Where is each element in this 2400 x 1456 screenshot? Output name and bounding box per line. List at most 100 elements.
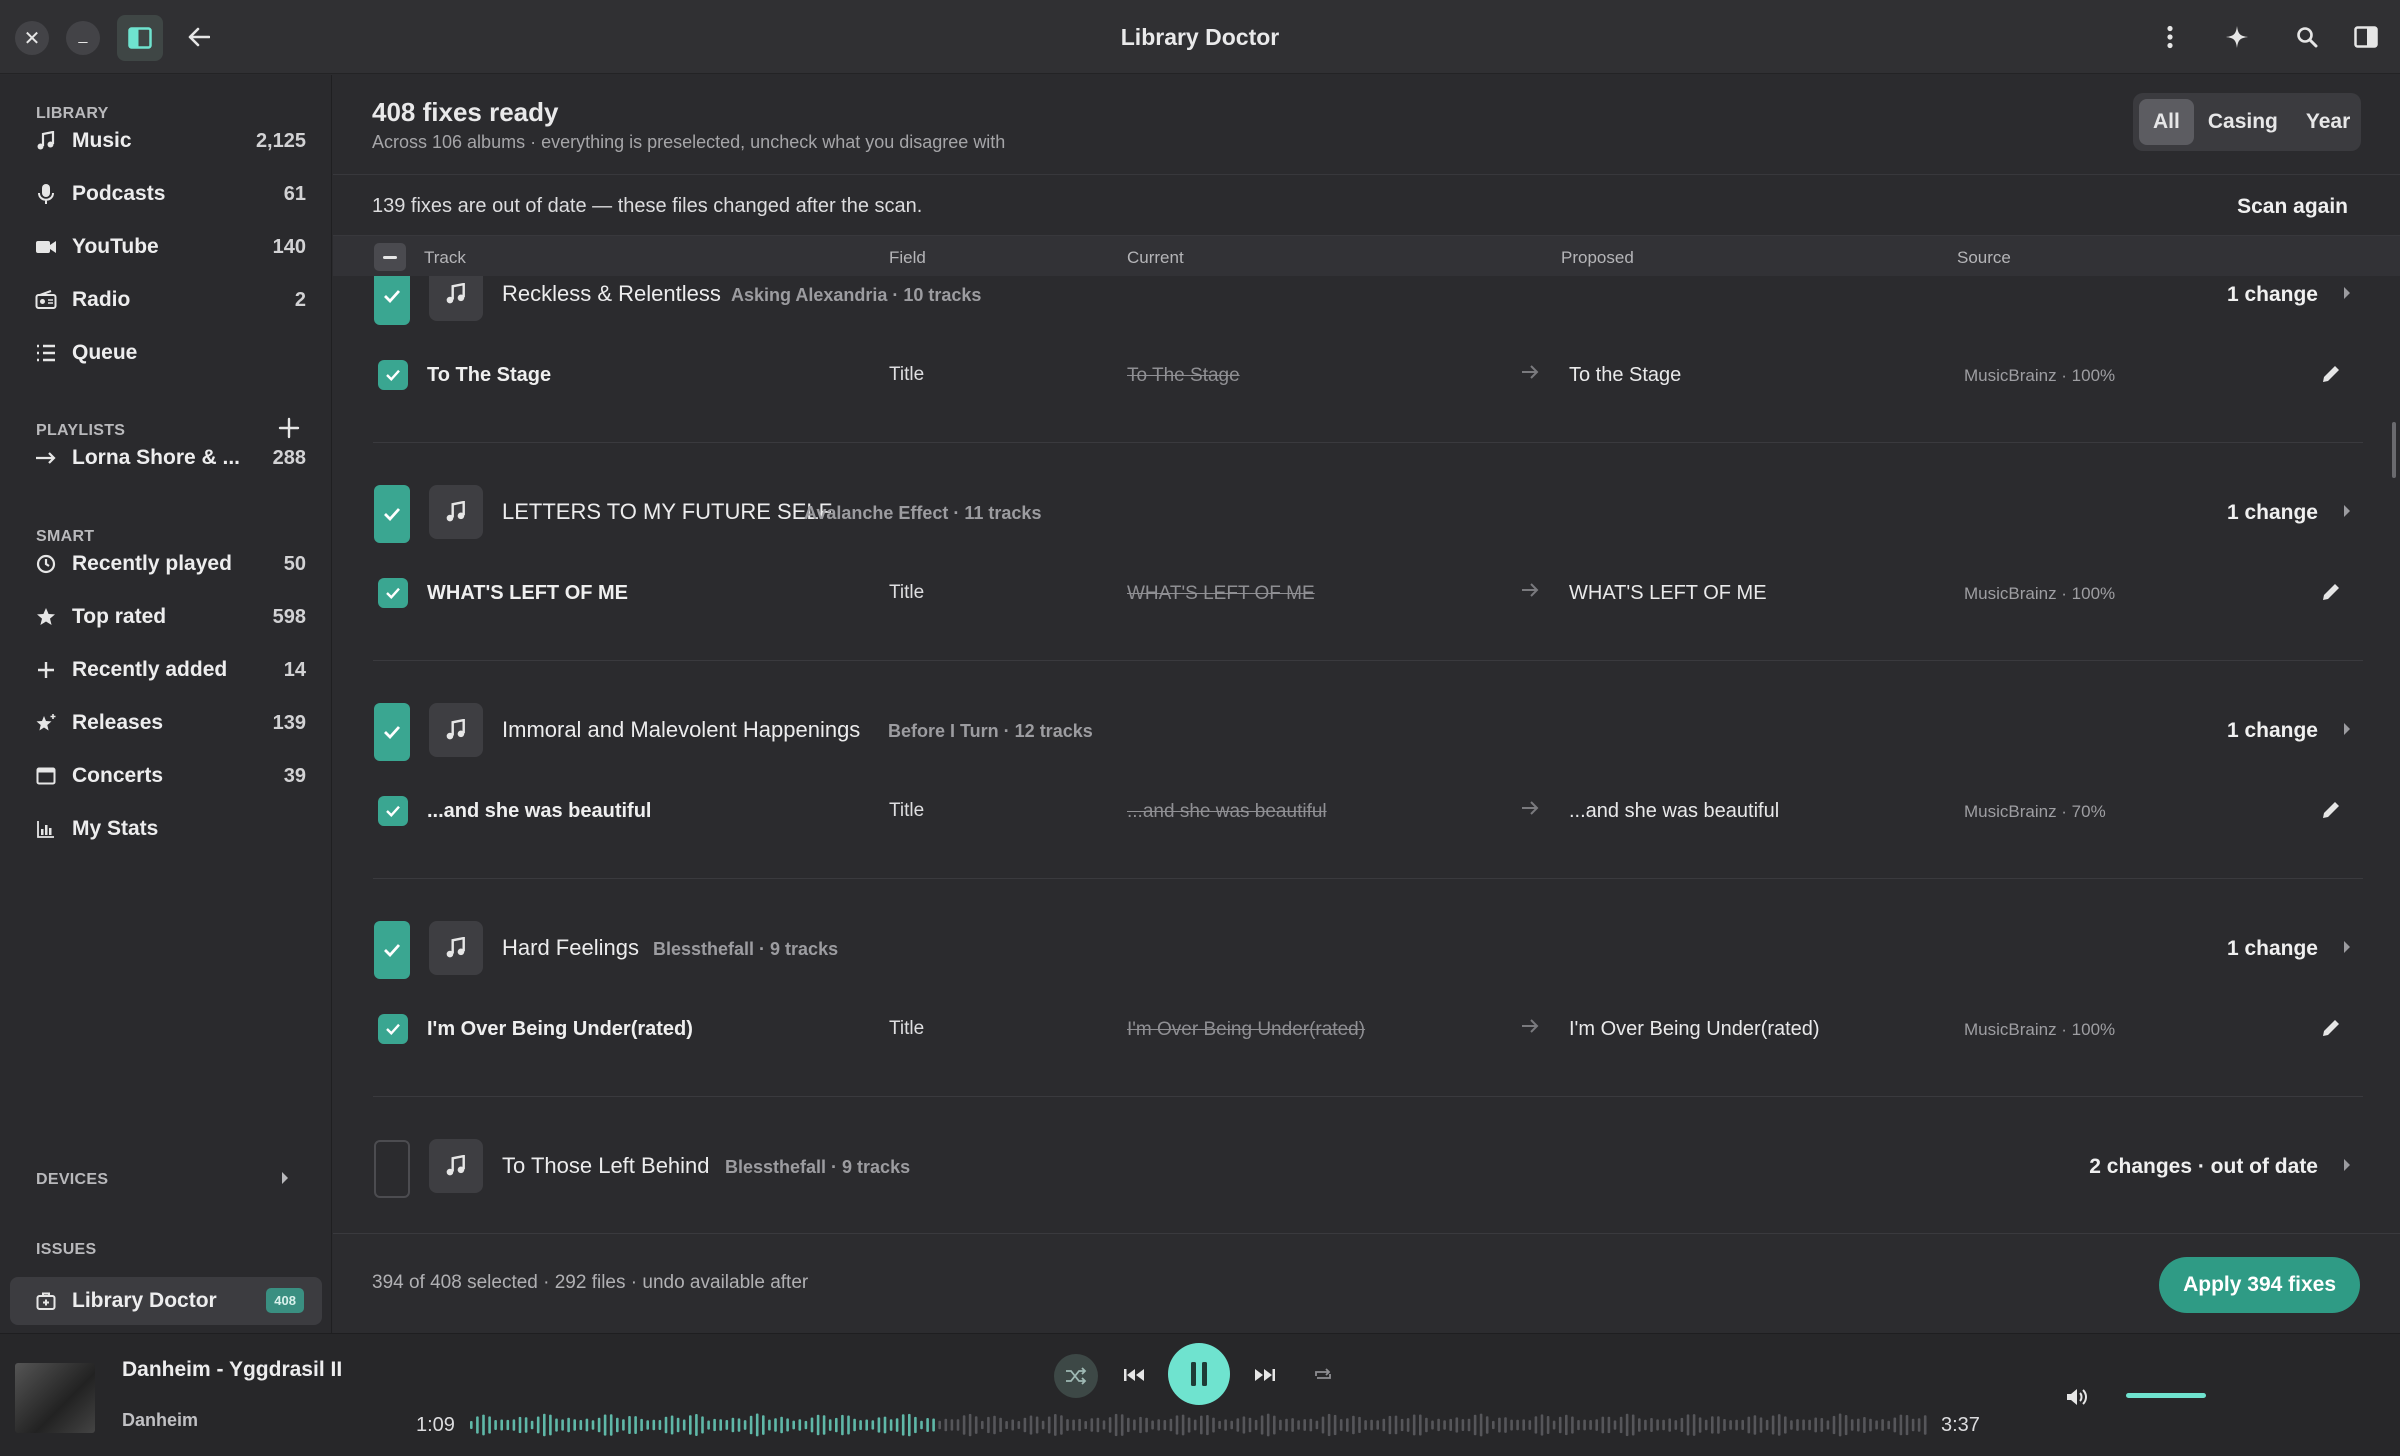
chevron-right-icon[interactable] — [2342, 503, 2352, 519]
minimize-window-button[interactable]: _ — [66, 21, 100, 55]
column-field[interactable]: Field — [889, 248, 926, 268]
search-button[interactable] — [2290, 20, 2324, 54]
volume-slider[interactable] — [2126, 1393, 2206, 1398]
waveform-bar — [1492, 1420, 1495, 1430]
chevron-right-icon[interactable] — [2342, 285, 2352, 301]
column-current[interactable]: Current — [1127, 248, 1184, 268]
waveform-bar — [1546, 1416, 1550, 1434]
column-proposed[interactable]: Proposed — [1561, 248, 1634, 268]
shuffle-button[interactable] — [1054, 1354, 1098, 1398]
apply-fixes-button[interactable]: Apply 394 fixes — [2159, 1257, 2360, 1313]
repeat-button[interactable] — [1306, 1360, 1340, 1390]
chevron-right-icon[interactable] — [2342, 939, 2352, 955]
sidebar-item-podcasts[interactable]: Podcasts 61 — [10, 170, 322, 218]
more-menu-button[interactable] — [2153, 20, 2187, 54]
sidebar-item-label: Top rated — [72, 605, 167, 628]
sidebar-item-my-stats[interactable]: My Stats — [10, 805, 322, 853]
table-row[interactable]: I'm Over Being Under(rated) Title I'm Ov… — [333, 994, 2400, 1064]
filter-all-button[interactable]: All — [2139, 99, 2194, 145]
pencil-icon[interactable] — [2320, 1017, 2342, 1039]
album-art — [15, 1363, 95, 1433]
waveform-bar — [1382, 1418, 1386, 1432]
close-window-button[interactable]: ✕ — [15, 21, 49, 55]
scan-again-button[interactable]: Scan again — [2237, 195, 2348, 219]
sidebar-item-concerts[interactable]: Concerts 39 — [10, 752, 322, 800]
sidebar-item-library-doctor[interactable]: Library Doctor 408 — [10, 1277, 322, 1325]
sidebar-item-recently-played[interactable]: Recently played 50 — [10, 540, 322, 588]
waveform-bar — [1747, 1416, 1751, 1434]
sidebar-item-radio[interactable]: Radio 2 — [10, 276, 322, 324]
waveform-bar — [1899, 1414, 1903, 1436]
issue-count-badge: 408 — [266, 1288, 304, 1313]
track-checkbox[interactable] — [378, 1014, 408, 1044]
sidebar-toggle-button[interactable] — [117, 15, 163, 61]
waveform-seekbar[interactable] — [470, 1410, 1930, 1440]
waveform-bar — [877, 1417, 881, 1433]
track-checkbox[interactable] — [378, 578, 408, 608]
waveform-bar — [908, 1413, 911, 1437]
sidebar-item-recently-added[interactable]: Recently added 14 — [10, 646, 322, 694]
sidebar-item-count: 598 — [272, 605, 306, 628]
select-all-checkbox[interactable] — [374, 243, 406, 271]
table-row[interactable]: To The Stage Title To The Stage To the S… — [333, 340, 2400, 410]
source-value: MusicBrainz · 70% — [1964, 802, 2106, 821]
filter-year-button[interactable]: Year — [2292, 99, 2364, 145]
change-count: 2 changes · out of date — [2089, 1155, 2318, 1178]
column-track[interactable]: Track — [424, 248, 466, 268]
waveform-bar — [1771, 1415, 1775, 1435]
pencil-icon[interactable] — [2320, 363, 2342, 385]
album-checkbox[interactable] — [374, 703, 410, 761]
sidebar-item-music[interactable]: Music 2,125 — [10, 117, 322, 165]
previous-track-button[interactable] — [1117, 1360, 1151, 1390]
album-checkbox[interactable] — [374, 1140, 410, 1198]
album-row[interactable]: Reckless & Relentless Asking Alexandria … — [333, 276, 2400, 331]
sidebar-item-queue[interactable]: Queue — [10, 329, 322, 377]
waveform-bar — [1437, 1418, 1440, 1432]
waveform-bar — [1802, 1419, 1805, 1431]
now-playing-artist: Danheim — [122, 1410, 199, 1430]
waveform-bar — [1784, 1416, 1787, 1434]
sparkle-button[interactable] — [2220, 20, 2254, 54]
album-row[interactable]: To Those Left Behind Blessthefall · 9 tr… — [333, 1133, 2400, 1203]
album-checkbox[interactable] — [374, 276, 410, 325]
play-pause-button[interactable] — [1168, 1343, 1230, 1405]
volume-button[interactable] — [2062, 1384, 2092, 1410]
back-button[interactable] — [182, 20, 216, 54]
waveform-bar — [883, 1416, 887, 1434]
waveform-bar — [1273, 1415, 1276, 1435]
waveform-bar — [1607, 1416, 1611, 1434]
waveform-bar — [616, 1417, 619, 1433]
sidebar-item-playlist-lorna-shore[interactable]: Lorna Shore & ... 288 — [10, 434, 322, 482]
sidebar-item-youtube[interactable]: YouTube 140 — [10, 223, 322, 271]
track-checkbox[interactable] — [378, 360, 408, 390]
album-checkbox[interactable] — [374, 921, 410, 979]
devices-expand-button[interactable] — [270, 1163, 300, 1193]
waveform-bar — [1558, 1416, 1562, 1434]
album-checkbox[interactable] — [374, 485, 410, 543]
pencil-icon[interactable] — [2320, 799, 2342, 821]
waveform-bar — [1498, 1417, 1501, 1433]
waveform-bar — [1187, 1417, 1191, 1433]
check-icon — [384, 290, 401, 303]
right-panel-toggle-button[interactable] — [2349, 20, 2383, 54]
chevron-right-icon[interactable] — [2342, 1157, 2352, 1173]
devices-heading: DEVICES — [36, 1171, 109, 1188]
pencil-icon[interactable] — [2320, 581, 2342, 603]
table-row[interactable]: WHAT'S LEFT OF ME Title WHAT'S LEFT OF M… — [333, 558, 2400, 628]
table-row[interactable]: ...and she was beautiful Title ...and sh… — [333, 776, 2400, 846]
next-track-button[interactable] — [1248, 1360, 1282, 1390]
app-window: ✕ _ Library Doctor LIBRARY Music 2,125 P… — [0, 0, 2400, 1456]
album-row[interactable]: Immoral and Malevolent Happenings Before… — [333, 697, 2400, 767]
skip-back-icon — [1124, 1369, 1144, 1381]
album-row[interactable]: LETTERS TO MY FUTURE SELF Avalanche Effe… — [333, 479, 2400, 549]
column-source[interactable]: Source — [1957, 248, 2011, 268]
track-checkbox[interactable] — [378, 796, 408, 826]
waveform-bar — [968, 1413, 972, 1437]
sidebar-item-top-rated[interactable]: Top rated 598 — [10, 593, 322, 641]
sidebar-item-releases[interactable]: Releases 139 — [10, 699, 322, 747]
album-row[interactable]: Hard Feelings Blessthefall · 9 tracks 1 … — [333, 915, 2400, 985]
filter-casing-button[interactable]: Casing — [2194, 99, 2292, 145]
waveform-bar — [1406, 1418, 1410, 1432]
scrollbar-thumb[interactable] — [2392, 422, 2396, 478]
chevron-right-icon[interactable] — [2342, 721, 2352, 737]
